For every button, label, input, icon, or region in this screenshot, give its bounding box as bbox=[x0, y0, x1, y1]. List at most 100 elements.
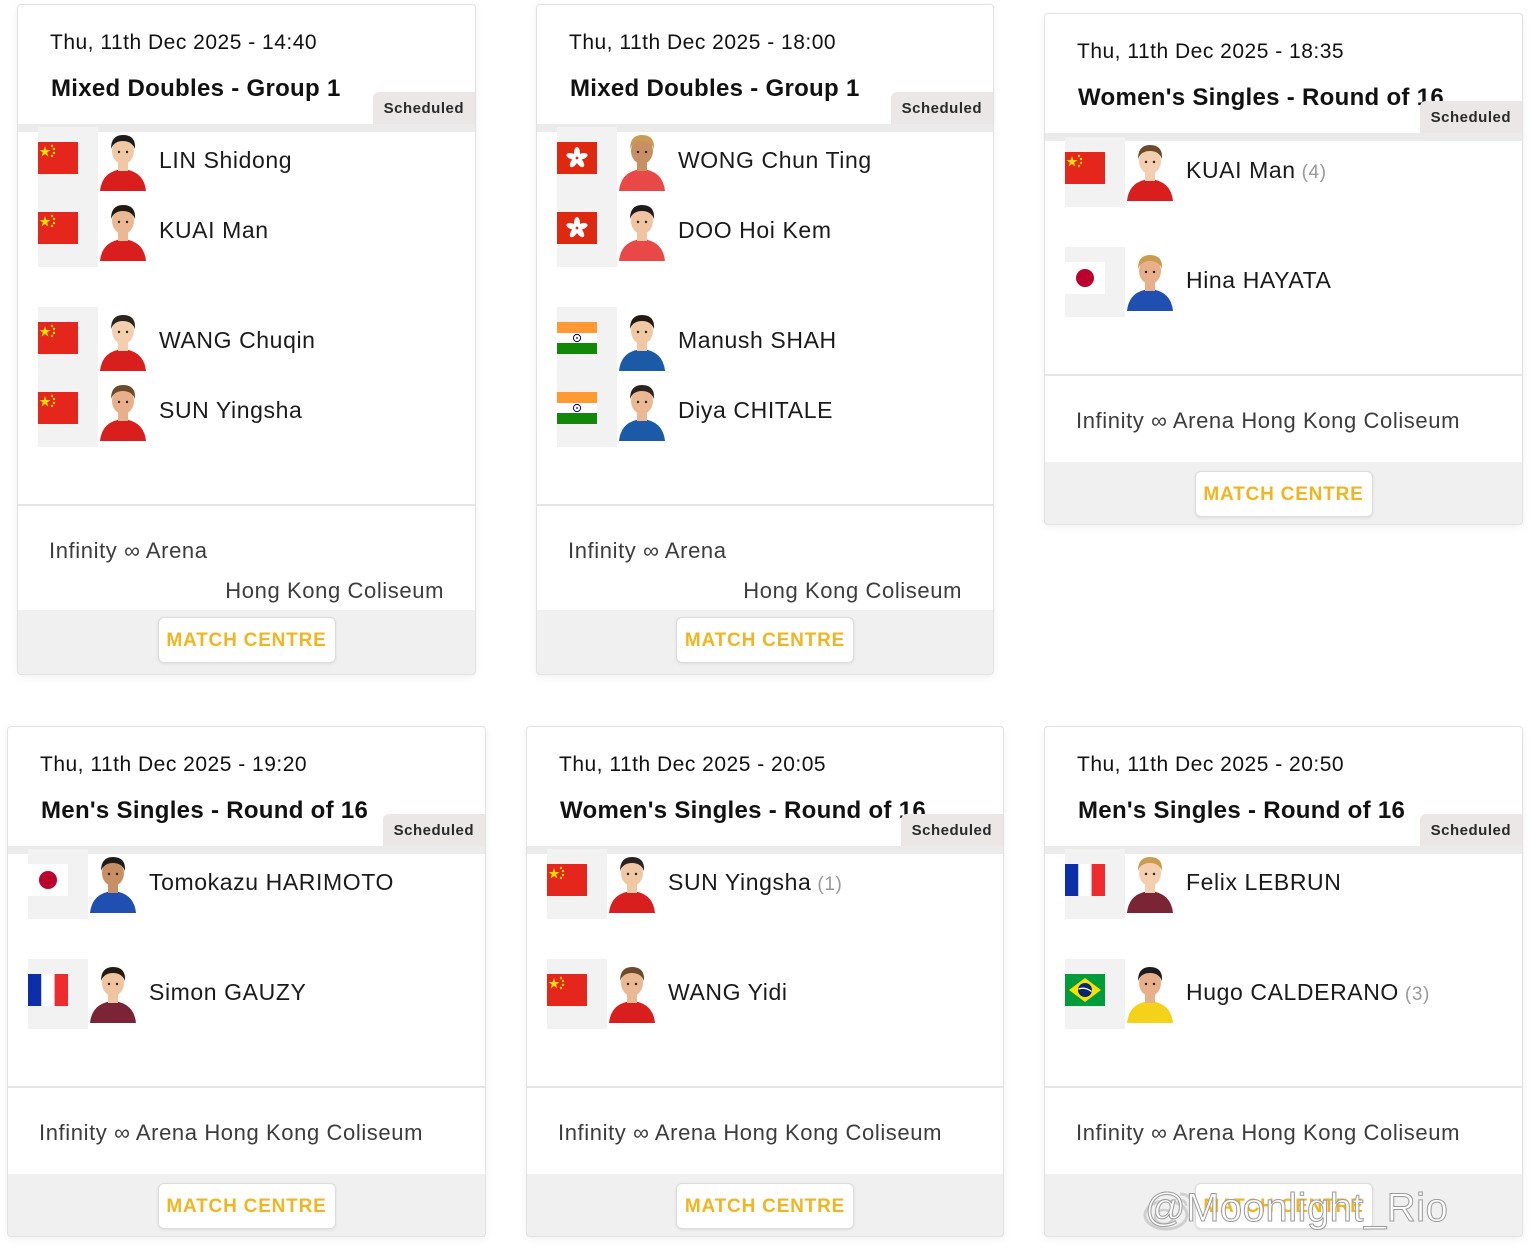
player-row: DOO Hoi Kem bbox=[537, 197, 993, 267]
match-datetime: Thu, 11th Dec 2025 - 18:00 bbox=[569, 31, 837, 54]
player-name[interactable]: WONG Chun Ting bbox=[678, 147, 872, 174]
player-name-text: SUN Yingsha bbox=[668, 869, 812, 895]
venue-section: Infinity ∞ Arena Hong Kong Coliseum bbox=[8, 1088, 485, 1174]
flag-cell bbox=[38, 307, 98, 377]
player-name[interactable]: DOO Hoi Kem bbox=[678, 217, 832, 244]
hall-name: Hong Kong Coliseum bbox=[743, 578, 962, 603]
hall-name: Hong Kong Coliseum bbox=[204, 1120, 424, 1145]
hall-name: Hong Kong Coliseum bbox=[225, 578, 444, 603]
venue-section: Infinity ∞ Arena Hong Kong Coliseum bbox=[537, 506, 993, 610]
player-avatar bbox=[86, 959, 140, 1023]
flag-chn-icon bbox=[38, 322, 78, 354]
player-avatar bbox=[615, 307, 669, 371]
player-seed: (3) bbox=[1404, 984, 1430, 1005]
flag-cell bbox=[557, 377, 617, 447]
match-centre-button[interactable]: MATCH CENTRE bbox=[676, 617, 854, 663]
player-row: Manush SHAH bbox=[537, 307, 993, 377]
flag-jpn-icon bbox=[1065, 262, 1105, 294]
match-centre-button[interactable]: MATCH CENTRE bbox=[157, 617, 336, 663]
player-avatar bbox=[615, 377, 669, 441]
player-name[interactable]: SUN Yingsha bbox=[159, 397, 302, 424]
player-row: Hina HAYATA bbox=[1045, 247, 1522, 317]
player-row: Simon GAUZY bbox=[8, 959, 485, 1029]
player-name[interactable]: KUAI Man bbox=[159, 217, 269, 244]
flag-cell bbox=[547, 959, 607, 1029]
status-badge: Scheduled bbox=[1419, 814, 1522, 846]
status-badge: Scheduled bbox=[1419, 101, 1522, 133]
player-name[interactable]: SUN Yingsha (1) bbox=[668, 869, 842, 896]
match-card: Thu, 11th Dec 2025 - 14:40 Mixed Doubles … bbox=[17, 4, 476, 675]
player-avatar bbox=[605, 959, 659, 1023]
player-name-text: WANG Chuqin bbox=[159, 327, 316, 353]
players-list: KUAI Man (4) Hina HAYATA bbox=[1045, 137, 1522, 376]
player-name-text: Felix LEBRUN bbox=[1186, 869, 1342, 895]
venue-line: Infinity ∞ Arena Hong Kong Coliseum bbox=[1076, 1120, 1460, 1146]
player-name[interactable]: Diya CHITALE bbox=[678, 397, 833, 424]
venue-line: Infinity ∞ Arena Hong Kong Coliseum bbox=[558, 1120, 942, 1146]
card-header: Thu, 11th Dec 2025 - 18:00 Mixed Doubles … bbox=[537, 5, 993, 132]
match-centre-button[interactable]: MATCH CENTRE bbox=[157, 1183, 336, 1229]
player-row: WONG Chun Ting bbox=[537, 127, 993, 197]
player-row: WANG Yidi bbox=[527, 959, 1003, 1029]
player-name[interactable]: Hina HAYATA bbox=[1186, 267, 1332, 294]
match-card: Thu, 11th Dec 2025 - 19:20 Men's Singles … bbox=[7, 726, 486, 1237]
event-title: Mixed Doubles - Group 1 bbox=[570, 75, 860, 102]
flag-cell bbox=[557, 307, 617, 377]
players-list: LIN Shidong KUAI Man WANG Chuqin SUN Yingsh… bbox=[18, 127, 475, 506]
player-row: SUN Yingsha bbox=[18, 377, 475, 447]
player-name[interactable]: Simon GAUZY bbox=[149, 979, 306, 1006]
player-row: Diya CHITALE bbox=[537, 377, 993, 447]
player-avatar bbox=[96, 197, 150, 261]
player-name[interactable]: Hugo CALDERANO (3) bbox=[1186, 979, 1430, 1006]
flag-cell bbox=[38, 197, 98, 267]
player-row: SUN Yingsha (1) bbox=[527, 849, 1003, 919]
player-avatar bbox=[96, 377, 150, 441]
hall-name: Hong Kong Coliseum bbox=[1241, 1120, 1461, 1145]
player-name-text: DOO Hoi Kem bbox=[678, 217, 832, 243]
player-name-text: WANG Yidi bbox=[668, 979, 788, 1005]
flag-ind-icon bbox=[557, 322, 597, 354]
player-seed: (1) bbox=[817, 874, 843, 895]
player-name-text: LIN Shidong bbox=[159, 147, 293, 173]
player-name[interactable]: WANG Yidi bbox=[668, 979, 788, 1006]
event-title: Men's Singles - Round of 16 bbox=[1078, 797, 1406, 824]
player-avatar bbox=[86, 849, 140, 913]
venue-name: Infinity ∞ Arena bbox=[558, 1120, 717, 1145]
player-name-text: Hugo CALDERANO bbox=[1186, 979, 1399, 1005]
event-title: Men's Singles - Round of 16 bbox=[41, 797, 369, 824]
player-name[interactable]: KUAI Man (4) bbox=[1186, 157, 1327, 184]
match-centre-button[interactable]: MATCH CENTRE bbox=[676, 1183, 854, 1229]
player-row: Hugo CALDERANO (3) bbox=[1045, 959, 1522, 1029]
player-name[interactable]: Felix LEBRUN bbox=[1186, 869, 1341, 896]
venue-section: Infinity ∞ Arena Hong Kong Coliseum bbox=[1045, 376, 1522, 462]
match-card: Thu, 11th Dec 2025 - 18:35 Women's Single… bbox=[1044, 13, 1523, 525]
status-badge: Scheduled bbox=[372, 92, 475, 124]
player-name[interactable]: Tomokazu HARIMOTO bbox=[149, 869, 394, 896]
match-centre-button[interactable]: MATCH CENTRE bbox=[1194, 471, 1373, 517]
player-row: LIN Shidong bbox=[18, 127, 475, 197]
venue-section: Infinity ∞ Arena Hong Kong Coliseum bbox=[18, 506, 475, 610]
players-list: Felix LEBRUN Hugo CALDERANO (3) bbox=[1045, 849, 1522, 1088]
flag-ind-icon bbox=[557, 392, 597, 424]
flag-cell bbox=[28, 849, 88, 919]
flag-jpn-icon bbox=[28, 864, 68, 896]
hall-name: Hong Kong Coliseum bbox=[723, 1120, 943, 1145]
players-list: SUN Yingsha (1) WANG Yidi bbox=[527, 849, 1003, 1088]
player-avatar bbox=[615, 197, 669, 261]
flag-chn-icon bbox=[38, 392, 78, 424]
venue-line: Infinity ∞ Arena Hong Kong Coliseum bbox=[1076, 408, 1460, 434]
player-avatar bbox=[1123, 959, 1177, 1023]
status-badge: Scheduled bbox=[382, 814, 485, 846]
flag-hkg-icon bbox=[557, 142, 597, 174]
card-header: Thu, 11th Dec 2025 - 14:40 Mixed Doubles … bbox=[18, 5, 475, 132]
player-name[interactable]: WANG Chuqin bbox=[159, 327, 316, 354]
flag-cell bbox=[557, 197, 617, 267]
player-name-text: WONG Chun Ting bbox=[678, 147, 872, 173]
venue-section: Infinity ∞ Arena Hong Kong Coliseum bbox=[527, 1088, 1003, 1174]
venue-section: Infinity ∞ Arena Hong Kong Coliseum bbox=[1045, 1088, 1522, 1174]
player-name[interactable]: LIN Shidong bbox=[159, 147, 292, 174]
flag-chn-icon bbox=[38, 212, 78, 244]
player-name[interactable]: Manush SHAH bbox=[678, 327, 837, 354]
card-header: Thu, 11th Dec 2025 - 20:50 Men's Singles … bbox=[1045, 727, 1522, 854]
venue-name: Infinity ∞ Arena bbox=[39, 1120, 198, 1145]
